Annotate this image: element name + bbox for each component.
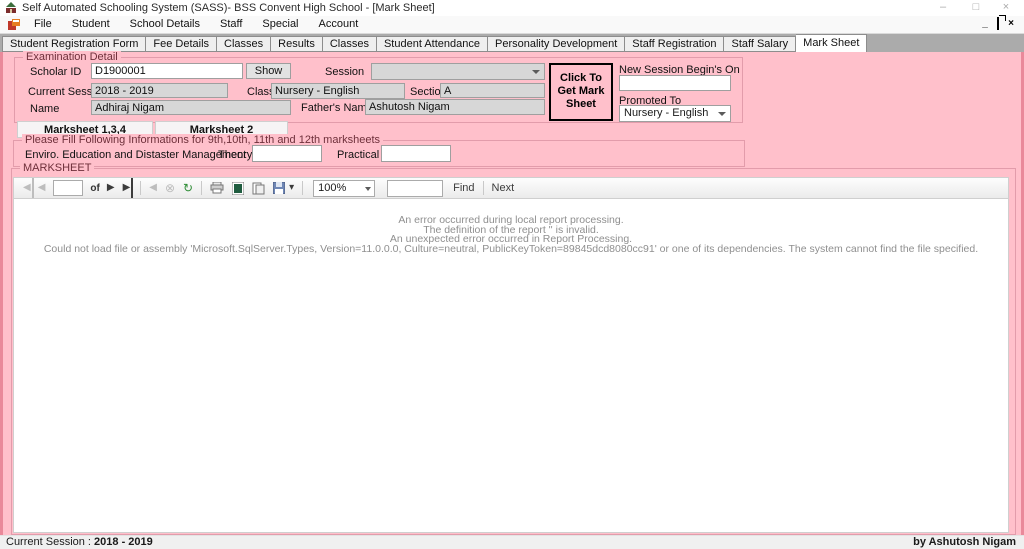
student-name-input — [91, 100, 291, 115]
mdi-child-icon — [8, 19, 20, 30]
status-value: 2018 - 2019 — [94, 536, 153, 548]
print-icon[interactable] — [206, 182, 228, 194]
back-icon[interactable]: ◀ — [145, 178, 161, 198]
name-label: Name — [30, 103, 59, 115]
window-title: Self Automated Schooling System (SASS)- … — [22, 0, 435, 16]
father-name-input — [365, 99, 545, 115]
status-label: Current Session : — [6, 536, 91, 548]
app-icon — [5, 2, 17, 14]
session-label: Session — [325, 66, 364, 78]
chevron-down-icon — [718, 112, 726, 116]
chevron-down-icon — [365, 187, 371, 191]
zoom-value: 100% — [318, 182, 346, 194]
toolbar-separator — [140, 181, 141, 195]
last-page-icon[interactable]: ▶ — [119, 178, 134, 198]
menu-school-details[interactable]: School Details — [120, 16, 210, 33]
page-setup-icon[interactable] — [248, 182, 269, 195]
mark-sheet-page: Examination Detail Scholar ID Show Sessi… — [0, 52, 1024, 535]
title-bar: Self Automated Schooling System (SASS)- … — [0, 0, 1024, 16]
tab-classes-1[interactable]: Classes — [217, 36, 271, 52]
child-restore-button[interactable] — [992, 18, 1004, 31]
find-button[interactable]: Find — [449, 182, 478, 194]
session-select[interactable] — [371, 63, 545, 80]
child-minimize-button[interactable]: _ — [979, 18, 991, 31]
examination-detail-label: Examination Detail — [23, 51, 121, 63]
author-label: by Ashutosh Nigam — [913, 536, 1016, 549]
scholar-id-input[interactable] — [91, 63, 243, 79]
tab-staff-registration[interactable]: Staff Registration — [625, 36, 724, 52]
child-close-button[interactable]: × — [1005, 18, 1017, 31]
toolbar-separator — [483, 181, 484, 195]
scholar-id-label: Scholar ID — [30, 66, 81, 78]
fill-info-label: Please Fill Following Informations for 9… — [22, 134, 383, 146]
show-button[interactable]: Show — [246, 63, 291, 79]
zoom-select[interactable]: 100% — [313, 180, 375, 197]
marksheet-group-label: MARKSHEET — [20, 162, 94, 174]
father-name-label: Father's Name — [301, 102, 373, 114]
print-layout-icon[interactable] — [228, 182, 248, 195]
report-toolbar: ◀ ◀ of ▶ ▶ ◀ ⊗ ↻ ▾ — [13, 177, 1009, 199]
menu-file[interactable]: File — [24, 16, 62, 33]
maximize-button[interactable]: □ — [963, 0, 989, 16]
report-error-messages: An error occurred during local report pr… — [14, 216, 1008, 254]
export-dropdown-icon[interactable]: ▾ — [289, 178, 298, 198]
theory-label: Theory — [218, 149, 252, 161]
next-button[interactable]: Next — [488, 182, 519, 194]
practical-label: Practical — [337, 149, 379, 161]
section-input — [440, 83, 545, 98]
theory-input[interactable] — [252, 145, 322, 162]
current-session-input — [91, 83, 228, 98]
export-icon[interactable] — [269, 182, 289, 194]
restore-icon — [997, 17, 999, 30]
minimize-button[interactable]: – — [930, 0, 956, 16]
refresh-icon[interactable]: ↻ — [179, 178, 197, 198]
new-session-input[interactable] — [619, 75, 731, 91]
menu-student[interactable]: Student — [62, 16, 120, 33]
tab-student-attendance[interactable]: Student Attendance — [377, 36, 488, 52]
class-input — [271, 83, 405, 99]
enviro-subject-label: Enviro. Education and Distaster Manageme… — [25, 149, 246, 161]
prev-page-icon[interactable]: ◀ — [34, 178, 50, 198]
next-page-icon[interactable]: ▶ — [103, 178, 119, 198]
menu-account[interactable]: Account — [309, 16, 369, 33]
find-input[interactable] — [387, 180, 443, 197]
tab-classes-2[interactable]: Classes — [323, 36, 377, 52]
current-session-status: Current Session : 2018 - 2019 — [6, 536, 153, 549]
tab-mark-sheet[interactable]: Mark Sheet — [796, 34, 867, 52]
promoted-to-value: Nursery - English — [624, 107, 708, 119]
toolbar-separator — [302, 181, 303, 195]
page-number-input[interactable] — [53, 180, 83, 196]
menu-special[interactable]: Special — [252, 16, 308, 33]
get-marksheet-button[interactable]: Click To Get Mark Sheet — [549, 63, 613, 121]
status-bar: Current Session : 2018 - 2019 by Ashutos… — [0, 535, 1024, 549]
promoted-to-select[interactable]: Nursery - English — [619, 105, 731, 122]
first-page-icon[interactable]: ◀ — [19, 178, 34, 198]
tab-strip: Student Registration Form Fee Details Cl… — [0, 34, 1024, 52]
tab-fee-details[interactable]: Fee Details — [146, 36, 217, 52]
report-content-area: An error occurred during local report pr… — [13, 199, 1009, 533]
menu-bar: File Student School Details Staff Specia… — [0, 16, 1024, 34]
menu-items: File Student School Details Staff Specia… — [24, 16, 368, 33]
practical-input[interactable] — [381, 145, 451, 162]
application-window: Self Automated Schooling System (SASS)- … — [0, 0, 1024, 549]
error-line: Could not load file or assembly 'Microso… — [14, 245, 1008, 255]
chevron-down-icon — [532, 70, 540, 74]
menu-staff[interactable]: Staff — [210, 16, 252, 33]
stop-icon[interactable]: ⊗ — [161, 178, 179, 198]
tab-student-registration-form[interactable]: Student Registration Form — [2, 36, 146, 52]
toolbar-separator — [201, 181, 202, 195]
of-label: of — [87, 183, 102, 194]
tab-staff-salary[interactable]: Staff Salary — [724, 36, 796, 52]
close-button[interactable]: × — [993, 0, 1019, 16]
tab-personality-development[interactable]: Personality Development — [488, 36, 625, 52]
tab-results[interactable]: Results — [271, 36, 323, 52]
